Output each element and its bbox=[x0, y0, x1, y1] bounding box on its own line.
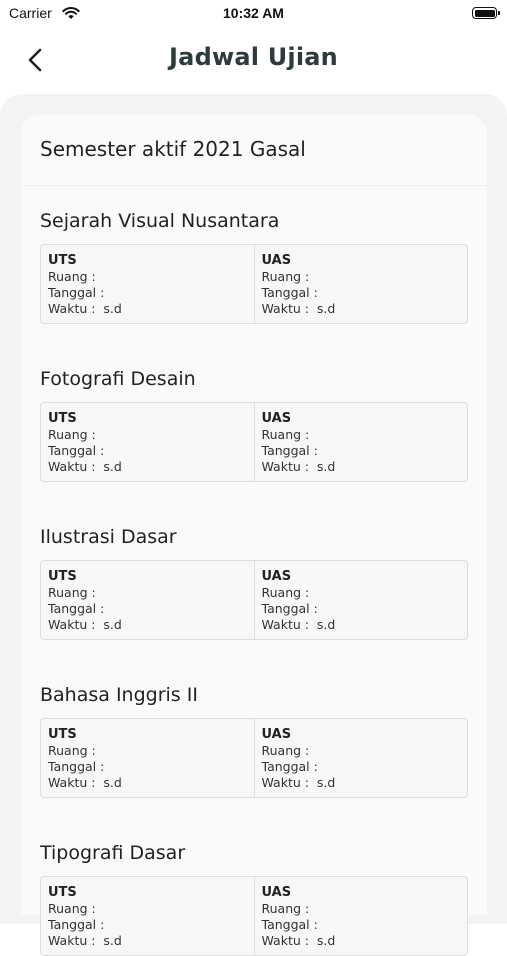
date-field: Tanggal : bbox=[261, 443, 318, 458]
exam-schedule-box: UTS Ruang : Tanggal : Waktu : s.d UAS Ru… bbox=[40, 244, 468, 324]
uts-column: UTS Ruang : Tanggal : Waktu : s.d bbox=[41, 719, 254, 797]
uas-column: UAS Ruang : Tanggal : Waktu : s.d bbox=[253, 877, 468, 955]
exam-type-label: UAS bbox=[261, 411, 292, 426]
date-field: Tanggal : bbox=[261, 759, 318, 774]
date-field: Tanggal : bbox=[261, 601, 318, 616]
date-field: Tanggal : bbox=[48, 285, 105, 300]
uts-column: UTS Ruang : Tanggal : Waktu : s.d bbox=[41, 245, 254, 323]
room-field: Ruang : bbox=[48, 585, 96, 600]
course-item: Tipografi Dasar UTS Ruang : Tanggal : Wa… bbox=[40, 840, 468, 956]
course-item: Sejarah Visual Nusantara UTS Ruang : Tan… bbox=[40, 208, 468, 324]
time-field: Waktu : s.d bbox=[48, 617, 122, 632]
exam-type-label: UTS bbox=[48, 569, 77, 584]
course-name: Tipografi Dasar bbox=[40, 842, 186, 864]
date-field: Tanggal : bbox=[48, 443, 105, 458]
time-field: Waktu : s.d bbox=[261, 933, 336, 948]
exam-type-label: UAS bbox=[261, 253, 292, 268]
exam-type-label: UTS bbox=[48, 253, 77, 268]
exam-schedule-box: UTS Ruang : Tanggal : Waktu : s.d UAS Ru… bbox=[40, 876, 468, 956]
time-field: Waktu : s.d bbox=[261, 775, 336, 790]
time-field: Waktu : s.d bbox=[261, 301, 336, 316]
semester-header: Semester aktif 2021 Gasal bbox=[21, 115, 487, 186]
exam-type-label: UAS bbox=[261, 569, 292, 584]
room-field: Ruang : bbox=[261, 269, 310, 284]
room-field: Ruang : bbox=[48, 743, 96, 758]
time-field: Waktu : s.d bbox=[261, 459, 336, 474]
room-field: Ruang : bbox=[48, 901, 96, 916]
status-bar: Carrier 10:32 AM bbox=[0, 0, 507, 30]
date-field: Tanggal : bbox=[48, 917, 105, 932]
uts-column: UTS Ruang : Tanggal : Waktu : s.d bbox=[41, 877, 254, 955]
time-field: Waktu : s.d bbox=[261, 617, 336, 632]
schedule-card[interactable]: Semester aktif 2021 Gasal Sejarah Visual… bbox=[21, 115, 487, 956]
date-field: Tanggal : bbox=[261, 285, 318, 300]
course-name: Sejarah Visual Nusantara bbox=[40, 210, 280, 232]
date-field: Tanggal : bbox=[48, 601, 105, 616]
uas-column: UAS Ruang : Tanggal : Waktu : s.d bbox=[253, 245, 468, 323]
clock: 10:32 AM bbox=[223, 5, 284, 21]
time-field: Waktu : s.d bbox=[48, 301, 122, 316]
date-field: Tanggal : bbox=[48, 759, 105, 774]
room-field: Ruang : bbox=[48, 427, 96, 442]
uas-column: UAS Ruang : Tanggal : Waktu : s.d bbox=[253, 561, 468, 639]
uts-column: UTS Ruang : Tanggal : Waktu : s.d bbox=[41, 403, 254, 481]
uts-column: UTS Ruang : Tanggal : Waktu : s.d bbox=[41, 561, 254, 639]
exam-schedule-box: UTS Ruang : Tanggal : Waktu : s.d UAS Ru… bbox=[40, 560, 468, 640]
room-field: Ruang : bbox=[261, 743, 310, 758]
semester-title: Semester aktif 2021 Gasal bbox=[40, 137, 306, 161]
course-name: Fotografi Desain bbox=[40, 368, 196, 390]
time-field: Waktu : s.d bbox=[48, 775, 122, 790]
room-field: Ruang : bbox=[261, 901, 310, 916]
exam-type-label: UTS bbox=[48, 727, 77, 742]
time-field: Waktu : s.d bbox=[48, 459, 122, 474]
room-field: Ruang : bbox=[261, 585, 310, 600]
time-field: Waktu : s.d bbox=[48, 933, 122, 948]
date-field: Tanggal : bbox=[261, 917, 318, 932]
exam-type-label: UTS bbox=[48, 411, 77, 426]
course-item: Fotografi Desain UTS Ruang : Tanggal : W… bbox=[40, 366, 468, 482]
course-name: Bahasa Inggris II bbox=[40, 684, 198, 706]
course-item: Ilustrasi Dasar UTS Ruang : Tanggal : Wa… bbox=[40, 524, 468, 640]
battery-icon bbox=[472, 7, 500, 19]
exam-type-label: UTS bbox=[48, 885, 77, 900]
room-field: Ruang : bbox=[261, 427, 310, 442]
course-item: Bahasa Inggris II UTS Ruang : Tanggal : … bbox=[40, 682, 468, 798]
exam-schedule-box: UTS Ruang : Tanggal : Waktu : s.d UAS Ru… bbox=[40, 718, 468, 798]
page-title: Jadwal Ujian bbox=[169, 43, 338, 71]
uas-column: UAS Ruang : Tanggal : Waktu : s.d bbox=[253, 719, 468, 797]
exam-schedule-box: UTS Ruang : Tanggal : Waktu : s.d UAS Ru… bbox=[40, 402, 468, 482]
room-field: Ruang : bbox=[48, 269, 96, 284]
exam-type-label: UAS bbox=[261, 727, 292, 742]
exam-type-label: UAS bbox=[261, 885, 292, 900]
course-name: Ilustrasi Dasar bbox=[40, 526, 177, 548]
uas-column: UAS Ruang : Tanggal : Waktu : s.d bbox=[253, 403, 468, 481]
